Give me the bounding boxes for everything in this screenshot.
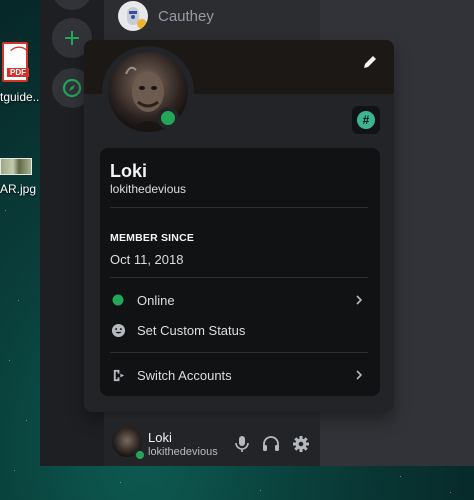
profile-badge[interactable]: # (352, 106, 380, 134)
desktop-pdf-file[interactable]: ⌒ PDF (0, 42, 30, 88)
edit-profile-button[interactable] (358, 50, 382, 74)
compass-icon (62, 78, 82, 98)
switch-accounts-item[interactable]: Switch Accounts (106, 361, 372, 389)
divider (110, 352, 368, 353)
set-custom-status-item[interactable]: Set Custom Status (106, 316, 372, 344)
smile-icon (110, 322, 126, 338)
pdf-icon: ⌒ PDF (2, 42, 29, 82)
display-name: Loki (110, 161, 148, 181)
chevron-right-icon (352, 368, 366, 382)
deafen-button[interactable] (259, 432, 283, 456)
user-panel: Loki lokithedevious (104, 421, 320, 466)
desktop-pdf-label: tguide... (0, 90, 43, 104)
username: lokithedevious (110, 182, 187, 196)
pdf-badge: PDF (7, 68, 29, 77)
menu-label-custom-status: Set Custom Status (137, 322, 246, 338)
member-since-value: Oct 11, 2018 (110, 252, 184, 267)
user-settings-button[interactable] (289, 432, 313, 456)
status-online-item[interactable]: Online (106, 286, 372, 314)
hash-badge-icon: # (357, 111, 375, 129)
switch-accounts-icon (110, 367, 126, 383)
headphones-icon (263, 436, 279, 451)
dm-item-cauthey[interactable]: Cauthey (118, 0, 320, 32)
member-since-label: MEMBER SINCE (110, 232, 195, 244)
user-panel-handle: lokithedevious (148, 446, 218, 458)
online-dot-icon (110, 292, 126, 308)
microphone-icon (235, 436, 249, 452)
desktop-jpg-label: AR.jpg (0, 182, 37, 196)
online-status-indicator (134, 449, 146, 461)
divider (110, 277, 368, 278)
robot-avatar (118, 1, 148, 31)
pencil-icon (364, 56, 376, 68)
profile-popout: # Loki lokithedevious MEMBER SINCE Oct 1… (84, 40, 394, 412)
chevron-right-icon (352, 293, 366, 307)
dm-name: Cauthey (158, 7, 214, 25)
profile-card: Loki lokithedevious MEMBER SINCE Oct 11,… (100, 148, 380, 396)
online-status-indicator (157, 107, 179, 129)
server-icon[interactable] (52, 0, 92, 10)
mute-button[interactable] (230, 432, 254, 456)
user-panel-name[interactable]: Loki (148, 430, 172, 445)
plus-icon (65, 31, 79, 45)
menu-label-online: Online (137, 292, 175, 308)
divider (110, 207, 368, 208)
settings-gear-icon (293, 436, 309, 452)
menu-label-switch-accounts: Switch Accounts (137, 367, 232, 383)
image-file-icon[interactable] (0, 158, 32, 175)
